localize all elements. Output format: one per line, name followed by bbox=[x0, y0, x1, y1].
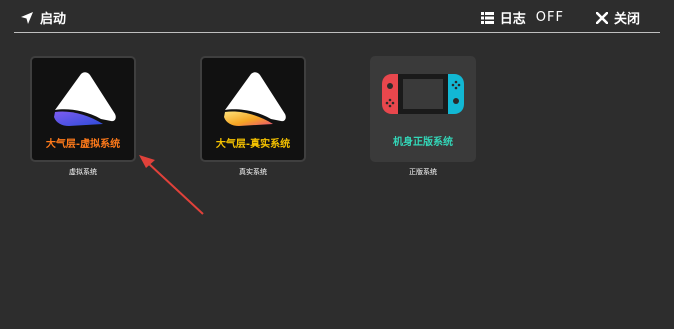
header-divider bbox=[14, 32, 660, 33]
launch-button[interactable]: 启动 bbox=[20, 8, 66, 27]
log-state: OFF bbox=[535, 10, 564, 25]
top-bar-actions: 日志 OFF 关闭 bbox=[480, 8, 640, 27]
launch-label: 启动 bbox=[40, 12, 67, 27]
close-label: 关闭 bbox=[613, 12, 640, 27]
list-icon bbox=[480, 11, 494, 24]
tile-caption: 虚拟系统 bbox=[69, 168, 97, 176]
navigation-arrow-icon bbox=[21, 11, 33, 24]
log-label: 日志 bbox=[499, 12, 526, 27]
atmosphere-logo-icon bbox=[54, 72, 116, 126]
close-button[interactable]: 关闭 bbox=[595, 8, 640, 27]
close-icon bbox=[595, 11, 608, 24]
atmosphere-logo-icon bbox=[224, 72, 286, 126]
top-bar: 启动 日志 OFF 关闭 bbox=[0, 0, 674, 34]
tile-atmosphere-virtual[interactable]: 大气层-虚拟系统 bbox=[30, 56, 136, 162]
tile-caption: 真实系统 bbox=[239, 168, 267, 176]
tile-title: 大气层-真实系统 bbox=[215, 139, 291, 150]
tile-atmosphere-real[interactable]: 大气层-真实系统 bbox=[200, 56, 306, 162]
switch-console-icon bbox=[382, 74, 464, 114]
tile-caption: 正版系统 bbox=[409, 168, 437, 176]
tile-title: 大气层-虚拟系统 bbox=[45, 139, 121, 150]
log-toggle-button[interactable]: 日志 OFF bbox=[480, 8, 564, 27]
tile-title: 机身正版系统 bbox=[393, 137, 453, 148]
tile-official-system[interactable]: 机身正版系统 bbox=[370, 56, 476, 162]
annotation-arrow bbox=[139, 155, 204, 215]
